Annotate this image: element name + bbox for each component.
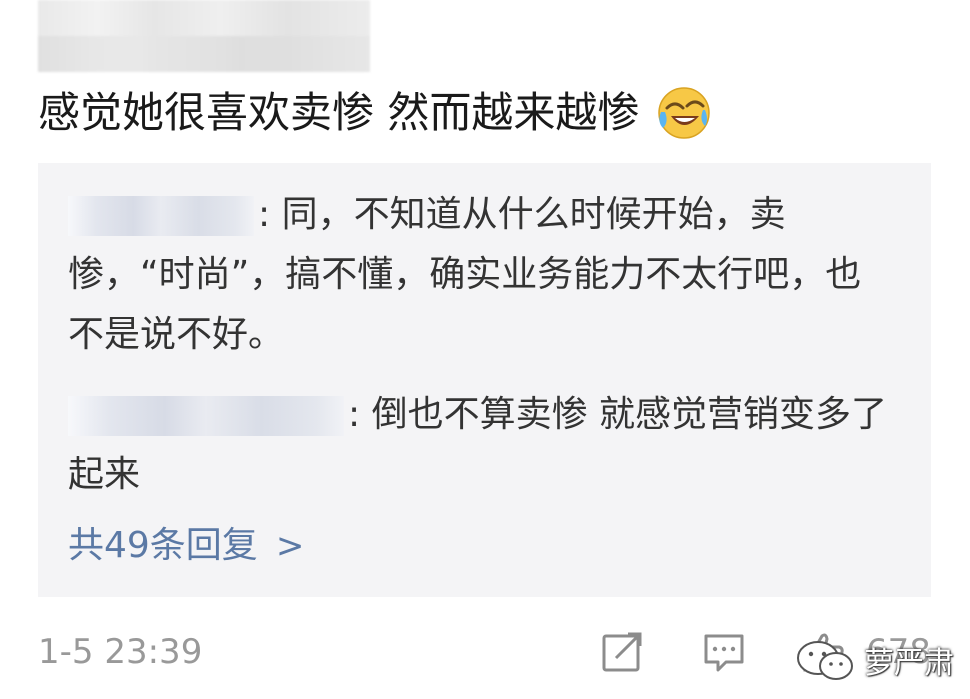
timestamp: 1-5 23:39 xyxy=(38,632,203,672)
chevron-right-icon: > xyxy=(275,526,305,566)
laughing-crying-face-icon xyxy=(658,87,711,139)
more-replies-label: 共49条回复 xyxy=(68,525,258,566)
replies-panel: : 同，不知道从什么时候开始，卖惨，“时尚”，搞不懂，确实业务能力不太行吧，也不… xyxy=(38,163,931,597)
reply-item[interactable]: : 倒也不算卖惨 就感觉营销变多了起来 xyxy=(68,385,888,505)
comment-body: 感觉她很喜欢卖惨 然而越来越惨 xyxy=(38,84,711,142)
comment-card: 感觉她很喜欢卖惨 然而越来越惨 : 同，不知道从什么时候开始，卖惨，“时尚”，搞… xyxy=(0,0,970,699)
wechat-logo-icon xyxy=(797,641,853,680)
watermark-text: 萝严肃 xyxy=(864,646,954,681)
share-icon[interactable] xyxy=(600,630,644,674)
view-all-replies-link[interactable]: 共49条回复 > xyxy=(68,521,304,571)
comment-text: 感觉她很喜欢卖惨 然而越来越惨 xyxy=(38,88,640,137)
reply-item[interactable]: : 同，不知道从什么时候开始，卖惨，“时尚”，搞不懂，确实业务能力不太行吧，也不… xyxy=(68,185,888,365)
watermark: 萝严肃 xyxy=(794,636,954,684)
blurred-username[interactable] xyxy=(38,0,370,72)
blurred-reply-username[interactable] xyxy=(68,196,254,236)
comment-icon[interactable] xyxy=(702,630,746,674)
blurred-reply-username[interactable] xyxy=(68,396,344,436)
